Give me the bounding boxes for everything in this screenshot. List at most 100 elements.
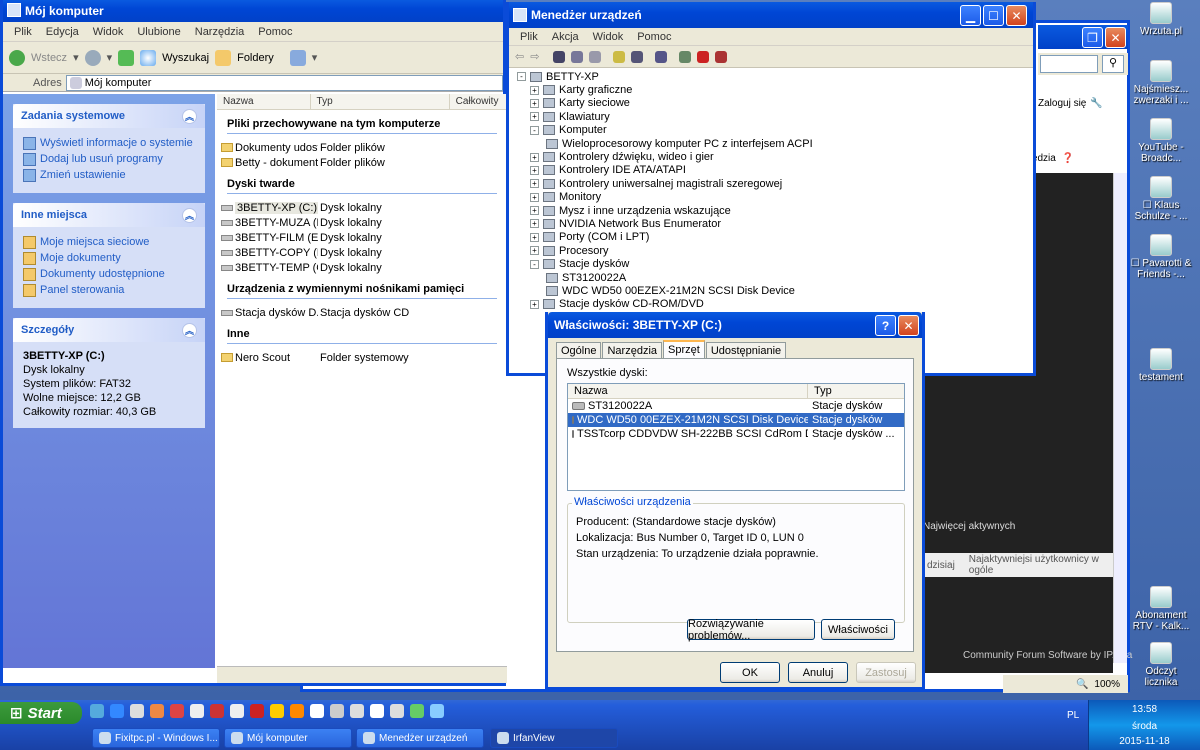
tree-node[interactable]: + Mysz i inne urządzenia wskazujące [517,204,1033,217]
list-item[interactable]: Stacja dysków D... Stacja dysków CD [221,305,507,320]
desktop-shortcut[interactable]: Abonament RTV - Kalk... [1130,586,1192,632]
taskbar-button[interactable]: IrfanView [490,728,618,748]
minimize-button[interactable]: ▁ [960,5,981,26]
menu-item[interactable]: Narzędzia [188,26,252,38]
folders-icon[interactable] [215,49,232,66]
back-arrow-icon[interactable] [9,49,25,66]
col-name[interactable]: Nazwa [217,94,311,109]
tree-node[interactable]: + Kontrolery dźwięku, wideo i gier [517,150,1033,163]
apply-button[interactable]: Zastosuj [856,662,916,683]
menu-item[interactable]: Edycja [39,26,86,38]
opera-icon[interactable] [170,704,184,718]
col-type[interactable]: Typ [808,384,904,398]
menu-item[interactable]: Widok [86,26,131,38]
newest-tab[interactable]: Najaktywniejsi użytkownicy w ogóle [969,554,1113,576]
other-place-link[interactable]: Moje dokumenty [23,252,195,265]
desktop-shortcut[interactable]: ☐ Klaus Schulze - ... [1130,176,1192,222]
list-item[interactable]: 3BETTY-MUZA (D:)Dysk lokalny [221,215,507,230]
console-icon[interactable] [553,50,566,63]
list-item[interactable]: 3BETTY-COPY (F:)Dysk lokalny [221,245,507,260]
tab-2[interactable]: Sprzęt [663,340,705,358]
back-arrow-icon[interactable]: ⇦ [515,50,524,63]
menu-item[interactable]: Ulubione [130,26,187,38]
wrench-icon[interactable]: 🔧 [1090,98,1102,109]
expand-icon[interactable]: + [530,152,539,162]
taskbar-button[interactable]: Mój komputer [224,728,352,748]
col-total[interactable]: Całkowity [450,94,507,109]
login-link[interactable]: Zaloguj się [1038,98,1086,109]
tab-0[interactable]: Ogólne [556,342,602,358]
list-item[interactable]: Dokumenty udost...Folder plików [221,140,507,155]
app-icon[interactable] [270,704,284,718]
system-task-link[interactable]: Wyświetl informacje o systemie [23,137,195,150]
back-button[interactable]: Wstecz [31,52,67,64]
cancel-button[interactable]: Anuluj [788,662,848,683]
disk-list[interactable]: Nazwa Typ ST3120022A Stacje dysków WDC WD50… [567,383,905,491]
browser-scrollbar[interactable] [1113,173,1127,663]
app-icon[interactable] [290,704,304,718]
uninstall-icon[interactable] [697,50,710,63]
help-icon[interactable] [613,50,626,63]
scan-icon[interactable] [655,50,668,63]
menu-item[interactable]: Pomoc [251,26,299,38]
other-place-link[interactable]: Moje miejsca sieciowe [23,236,195,249]
other-place-link[interactable]: Dokumenty udostępnione [23,268,195,281]
col-name[interactable]: Nazwa [568,384,808,398]
collapse-icon[interactable]: - [517,72,526,82]
menu-item[interactable]: Akcja [545,31,586,43]
expand-icon[interactable]: + [530,85,539,95]
tab-1[interactable]: Narzędzia [602,342,663,358]
tree-node[interactable]: + Kontrolery uniwersalnej magistrali szer… [517,177,1033,190]
help-button[interactable]: ? [875,315,896,336]
folders-button[interactable]: Foldery [237,52,274,64]
system-task-link[interactable]: Zmień ustawienie [23,169,195,182]
table-row[interactable]: ST3120022A Stacje dysków [568,399,904,413]
language-indicator[interactable]: PL [1067,710,1079,721]
tree-node[interactable]: - Komputer [517,124,1033,137]
desktop-shortcut[interactable]: ☐ Pavarotti & Friends -... [1130,234,1192,280]
browser-search-input[interactable] [1040,55,1098,73]
system-tasks-title[interactable]: Zadania systemowe [21,110,125,122]
other-place-link[interactable]: Panel sterowania [23,284,195,297]
desktop-shortcut[interactable]: Wrzuta.pl [1130,2,1192,37]
tree-node[interactable]: + Karty sieciowe [517,97,1033,110]
start-button[interactable]: ⊞ Start [0,702,82,724]
print-icon[interactable] [589,50,602,63]
expand-icon[interactable]: + [530,165,539,175]
other-places-title[interactable]: Inne miejsca [21,209,87,221]
tree-node[interactable]: Wieloprocesorowy komputer PC z interfejs… [517,137,1033,150]
app-icon[interactable] [370,704,384,718]
collapse-icon[interactable]: ︽ [182,207,197,223]
forward-arrow-icon[interactable] [84,49,101,66]
horizontal-scrollbar[interactable] [217,666,507,683]
ie-icon[interactable] [110,704,124,718]
app-icon[interactable] [350,704,364,718]
menu-item[interactable]: Plik [513,31,545,43]
expand-icon[interactable]: + [530,232,539,242]
tree-node[interactable]: ST3120022A [517,271,1033,284]
up-folder-icon[interactable] [118,49,135,66]
properties-icon[interactable] [571,50,584,63]
tree-node[interactable]: + NVIDIA Network Bus Enumerator [517,217,1033,230]
expand-icon[interactable]: + [530,206,539,216]
expand-icon[interactable]: + [530,112,539,122]
close-button[interactable]: ✕ [898,315,919,336]
clock-time[interactable]: 13:58 [1089,704,1200,715]
details-title[interactable]: Szczegóły [21,324,74,336]
collapse-icon[interactable]: ︽ [182,322,197,338]
app-icon[interactable] [310,704,324,718]
search-icon[interactable]: ⚲ [1102,55,1124,73]
app-icon[interactable] [230,704,244,718]
collapse-icon[interactable]: - [530,259,539,269]
font-icon[interactable] [130,704,144,718]
zoom-icon[interactable]: 🔍 [1076,679,1088,690]
ok-button[interactable]: OK [720,662,780,683]
collapse-icon[interactable]: ︽ [182,108,197,124]
expand-icon[interactable]: + [530,192,539,202]
desktop-icon[interactable] [90,704,104,718]
list-item[interactable]: 3BETTY-XP (C:) Dysk lokalny [221,200,507,215]
list-item[interactable]: 3BETTY-TEMP (G:)Dysk lokalny [221,260,507,275]
collapse-icon[interactable]: - [530,125,539,135]
app-icon[interactable] [410,704,424,718]
firefox-icon[interactable] [150,704,164,718]
